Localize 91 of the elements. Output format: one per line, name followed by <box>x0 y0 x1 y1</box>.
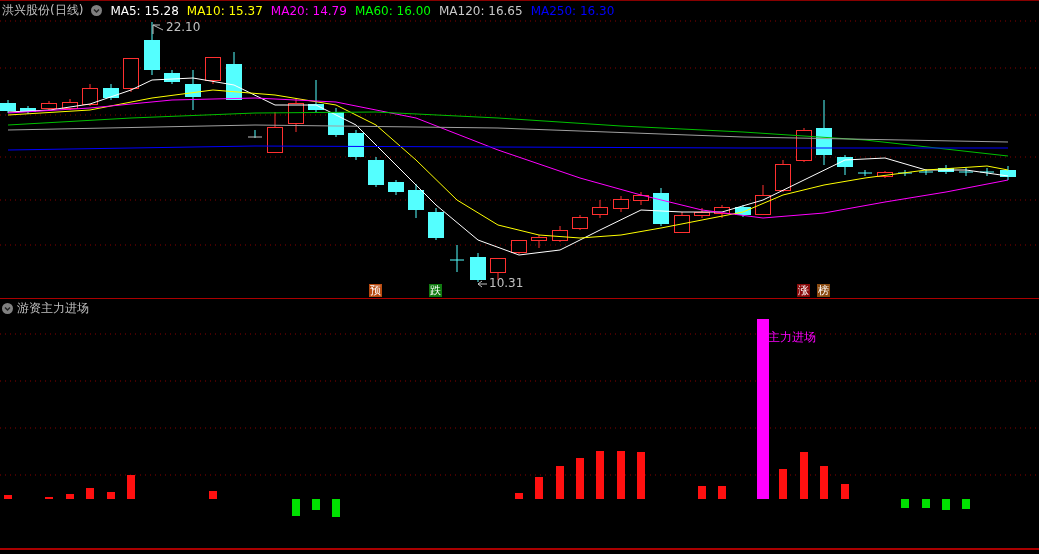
candlestick <box>877 170 893 179</box>
indicator-bar <box>922 499 930 508</box>
moving-average-value: MA20: 14.79 <box>270 3 347 18</box>
candlestick <box>62 98 78 111</box>
dropdown-icon[interactable] <box>2 302 13 314</box>
candlestick <box>41 100 57 111</box>
candlestick <box>714 204 730 219</box>
candlestick <box>592 199 608 219</box>
candlestick <box>979 167 995 177</box>
leader-line <box>477 280 488 288</box>
dropdown-icon[interactable] <box>91 5 103 16</box>
signal-badge: 跌 <box>429 284 442 297</box>
indicator-bar <box>127 475 135 499</box>
candlestick <box>82 83 98 107</box>
candlestick <box>0 99 16 114</box>
candlestick <box>511 239 527 255</box>
indicator-bar <box>596 451 604 499</box>
candlestick <box>103 83 119 101</box>
indicator-bar <box>637 452 645 499</box>
candlestick <box>185 69 201 111</box>
candlestick <box>1000 165 1016 181</box>
candlestick <box>470 252 486 283</box>
candlestick <box>408 183 424 219</box>
price-label: 10.31 <box>489 277 524 290</box>
candlestick <box>653 187 669 227</box>
indicator-bar <box>617 451 625 499</box>
indicator-bar <box>66 494 74 499</box>
candlestick <box>816 99 832 166</box>
candlestick <box>123 57 139 93</box>
indicator-bar <box>718 486 726 499</box>
moving-average-value: MA10: 15.37 <box>186 3 263 18</box>
candlestick <box>938 164 954 175</box>
candlestick <box>572 214 588 231</box>
indicator-bar <box>942 499 950 510</box>
candlestick <box>552 225 568 243</box>
candlestick <box>775 159 791 193</box>
indicator-bar <box>800 452 808 499</box>
indicator-bar <box>576 458 584 499</box>
candlestick <box>857 169 873 177</box>
indicator-bar <box>45 497 53 499</box>
stock-title: 洪兴股份(日线) <box>2 2 84 19</box>
candlestick <box>633 191 649 206</box>
indicator-title: 游资主力进场 <box>17 299 89 317</box>
candlestick <box>20 105 36 115</box>
candlestick <box>205 56 221 85</box>
candlestick <box>164 69 180 85</box>
indicator-bar <box>292 499 300 516</box>
candlestick <box>388 179 404 196</box>
candlestick <box>918 168 934 176</box>
signal-badge: 预 <box>369 284 382 297</box>
moving-average-value: MA120: 16.65 <box>438 3 523 18</box>
candlestick <box>308 79 324 113</box>
indicator-bar <box>86 488 94 499</box>
candlestick <box>531 234 547 249</box>
candlestick <box>348 129 364 161</box>
indicator-bar <box>515 493 523 499</box>
indicator-bar <box>962 499 970 509</box>
signal-badge: 涨 <box>797 284 810 297</box>
candlestick <box>674 211 690 233</box>
candlestick <box>144 21 160 76</box>
indicator-bar <box>556 466 564 499</box>
indicator-bar <box>820 466 828 499</box>
indicator-bar <box>332 499 340 517</box>
indicator-bar <box>209 491 217 499</box>
indicator-bar <box>4 495 12 499</box>
moving-average-value: MA250: 16.30 <box>530 3 615 18</box>
candlestick <box>368 156 384 188</box>
indicator-bar <box>698 486 706 499</box>
candlestick <box>428 207 444 241</box>
candlestick <box>958 167 974 177</box>
candlestick <box>613 195 629 213</box>
moving-average-value: MA5: 15.28 <box>110 3 179 18</box>
indicator-bar <box>779 469 787 499</box>
candlestick <box>694 207 710 219</box>
price-label: 22.10 <box>166 21 201 34</box>
indicator-bar <box>535 477 543 499</box>
candlestick <box>897 169 913 177</box>
signal-label: 主力进场 <box>768 330 816 344</box>
indicator-bar <box>312 499 320 510</box>
moving-average-value: MA60: 16.00 <box>354 3 431 18</box>
candlestick <box>449 244 465 273</box>
indicator-bar <box>901 499 909 508</box>
indicator-bar <box>841 484 849 499</box>
indicator-bar <box>107 492 115 499</box>
candlestick <box>267 111 283 153</box>
candlestick <box>735 204 751 218</box>
candlestick <box>755 184 771 215</box>
signal-badge: 榜 <box>817 284 830 297</box>
leader-line <box>152 24 164 35</box>
candlestick <box>247 129 263 139</box>
candlestick <box>837 154 853 176</box>
